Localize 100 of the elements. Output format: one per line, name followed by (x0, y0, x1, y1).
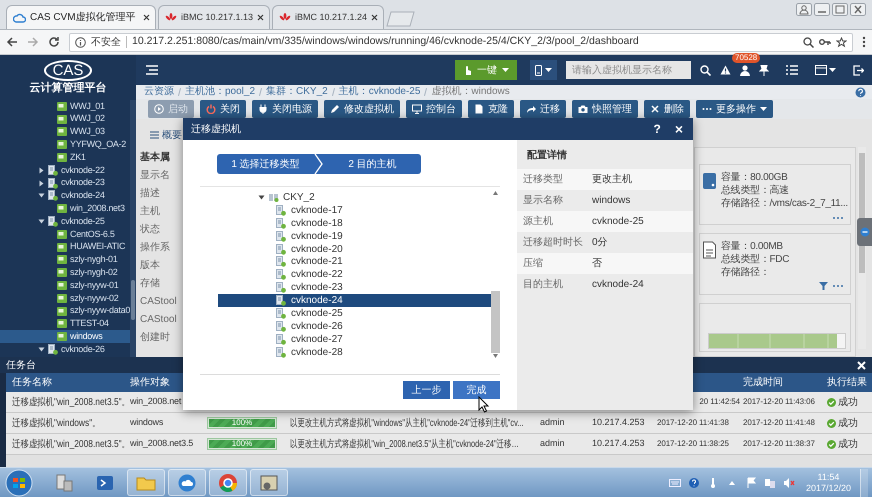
address-bar[interactable]: 不安全 10.217.2.251:8080/cas/main/vm/335/windows/windows/running/46/cvknode-25/4/CKY_2/3/pool_2/dashboard (69, 32, 853, 52)
close-button[interactable]: × (674, 122, 683, 136)
list-icon[interactable] (786, 65, 798, 75)
tree-item[interactable]: cvknode-21 (218, 255, 492, 268)
tree-item[interactable]: cvknode-25 (0, 215, 130, 228)
tree-item[interactable]: WWJ_02 (0, 112, 130, 126)
browser-tab[interactable]: CAS CVM虚拟化管理平 (6, 5, 156, 29)
pin-icon[interactable] (759, 64, 769, 76)
tree-item[interactable]: cvknode-20 (218, 242, 492, 256)
tree-item[interactable]: windows (0, 330, 130, 344)
tree-item[interactable]: cvknode-27 (218, 332, 492, 346)
tree-item[interactable]: TTEST-04 (0, 318, 130, 330)
tree-item[interactable]: cvknode-25 (218, 307, 492, 320)
tree-item[interactable]: win_2008.net3 (0, 202, 130, 216)
toolbar-button[interactable]: 克隆 (468, 100, 514, 118)
menu-icon[interactable] (146, 65, 158, 75)
toolbar-button[interactable]: 关闭 (200, 100, 246, 118)
more-menu-icon[interactable] (862, 36, 866, 48)
column-header[interactable]: 执行结果 (827, 375, 867, 390)
document-icon (703, 240, 716, 260)
browser-tab[interactable]: iBMC 10.217.1.24 (272, 5, 384, 29)
filter-icon[interactable] (819, 282, 828, 290)
taskbar-button[interactable] (168, 469, 206, 496)
help-button[interactable]: ? (653, 123, 661, 135)
toolbar-button[interactable]: 删除 (644, 100, 690, 118)
taskbar-button[interactable] (250, 469, 288, 496)
key-icon[interactable] (819, 37, 831, 47)
minimize-icon[interactable] (814, 3, 830, 16)
zoom-icon[interactable] (803, 36, 814, 48)
tree-item[interactable]: ZK1 (0, 151, 130, 164)
search-field[interactable]: 请输入虚拟机显示名称 (566, 61, 691, 79)
tree-item[interactable]: HUAWEI-ATIC (0, 240, 130, 254)
back-icon[interactable] (6, 36, 18, 48)
volume-muted-icon[interactable] (782, 476, 795, 488)
tree-item[interactable]: cvknode-28 (218, 346, 492, 359)
logout-icon[interactable] (853, 64, 864, 76)
breadcrumb-link[interactable]: 主机池：pool_2 (185, 86, 256, 98)
tree-item[interactable]: CKY_2 (218, 191, 492, 204)
start-button[interactable] (4, 468, 34, 496)
dialog-button[interactable]: 上一步 (403, 381, 450, 399)
side-panel-tab[interactable] (857, 218, 872, 246)
browser-tab[interactable]: iBMC 10.217.1.13 (158, 5, 270, 29)
column-header[interactable]: 任务名称 (12, 375, 52, 390)
tree-item[interactable]: cvknode-26 (218, 320, 492, 333)
overview-tab[interactable]: 概要 (136, 127, 183, 143)
user-icon[interactable] (796, 3, 812, 16)
tree-item[interactable]: cvknode-22 (0, 164, 130, 177)
tree-item[interactable]: cvknode-23 (0, 176, 130, 190)
toolbar-button[interactable]: 关闭电源 (252, 100, 318, 118)
tree-item[interactable]: cvknode-17 (218, 204, 492, 217)
reload-icon[interactable] (48, 36, 60, 48)
tree-item[interactable]: szly-nyyw-02 (0, 292, 130, 305)
breadcrumb-link[interactable]: 集群：CKY_2 (266, 86, 328, 98)
toolbar-button[interactable]: 控制台 (406, 100, 462, 118)
taskbar-button[interactable] (209, 469, 247, 496)
expander-icon[interactable] (38, 166, 45, 174)
tree-item[interactable]: YYFWQ_OA-2 (0, 138, 130, 152)
tree-item[interactable]: szly-nyyw-01 (0, 279, 130, 292)
tree-item[interactable]: cvknode-19 (218, 230, 492, 243)
maximize-icon[interactable] (832, 3, 848, 16)
breadcrumb-link[interactable]: 主机：cvknode-25 (338, 86, 420, 98)
toolbar-button[interactable]: 更多操作 (696, 100, 773, 118)
tree-item[interactable]: szly-nygh-02 (0, 266, 130, 280)
tree-item[interactable]: cvknode-24 (0, 190, 130, 202)
tree-item[interactable]: szly-nygh-01 (0, 254, 130, 266)
toolbar-button[interactable]: 迁移 (520, 100, 566, 118)
flag-icon[interactable] (744, 476, 757, 488)
tree-item[interactable]: cvknode-24 (218, 294, 492, 308)
device-menu-button[interactable] (530, 60, 557, 80)
scrollbar[interactable] (130, 100, 136, 357)
expander-icon[interactable] (38, 346, 45, 354)
column-header[interactable]: 操作对象 (130, 375, 170, 390)
expander-icon[interactable] (38, 192, 45, 200)
dialog-button[interactable]: 完成 (453, 381, 500, 399)
tree-item[interactable]: szly-nyyw-data0 (0, 304, 130, 318)
expander-icon[interactable] (38, 180, 45, 187)
help-icon[interactable] (855, 86, 866, 98)
tree-item[interactable]: cvknode-22 (218, 268, 492, 282)
toolbar-button[interactable]: 修改虚拟机 (324, 100, 400, 118)
tree-item[interactable]: WWJ_01 (0, 100, 130, 113)
layout-button[interactable] (815, 65, 836, 75)
column-header[interactable]: 完成时间 (743, 375, 783, 390)
tree-item[interactable]: cvknode-26 (0, 343, 130, 356)
star-icon[interactable] (836, 36, 847, 48)
breadcrumb-link[interactable]: 云资源 (144, 86, 174, 98)
user-icon[interactable] (740, 64, 750, 76)
tree-item[interactable]: cvknode-23 (218, 281, 492, 294)
warning-icon[interactable] (720, 65, 731, 75)
tree-item[interactable]: WWJ_03 (0, 126, 130, 138)
scrollbar[interactable] (491, 191, 500, 358)
toolbar-button[interactable]: 快照管理 (572, 100, 638, 118)
expander-icon[interactable] (38, 218, 45, 226)
help-icon[interactable] (688, 476, 700, 488)
detail-label: 压缩 (523, 256, 544, 271)
network-icon[interactable] (764, 476, 776, 488)
tree-item[interactable]: cvknode-18 (218, 216, 492, 230)
more-icon[interactable] (832, 216, 844, 220)
more-icon[interactable] (832, 284, 844, 288)
tree-item[interactable]: CentOS-6.5 (0, 228, 130, 241)
search-icon[interactable] (700, 64, 711, 76)
